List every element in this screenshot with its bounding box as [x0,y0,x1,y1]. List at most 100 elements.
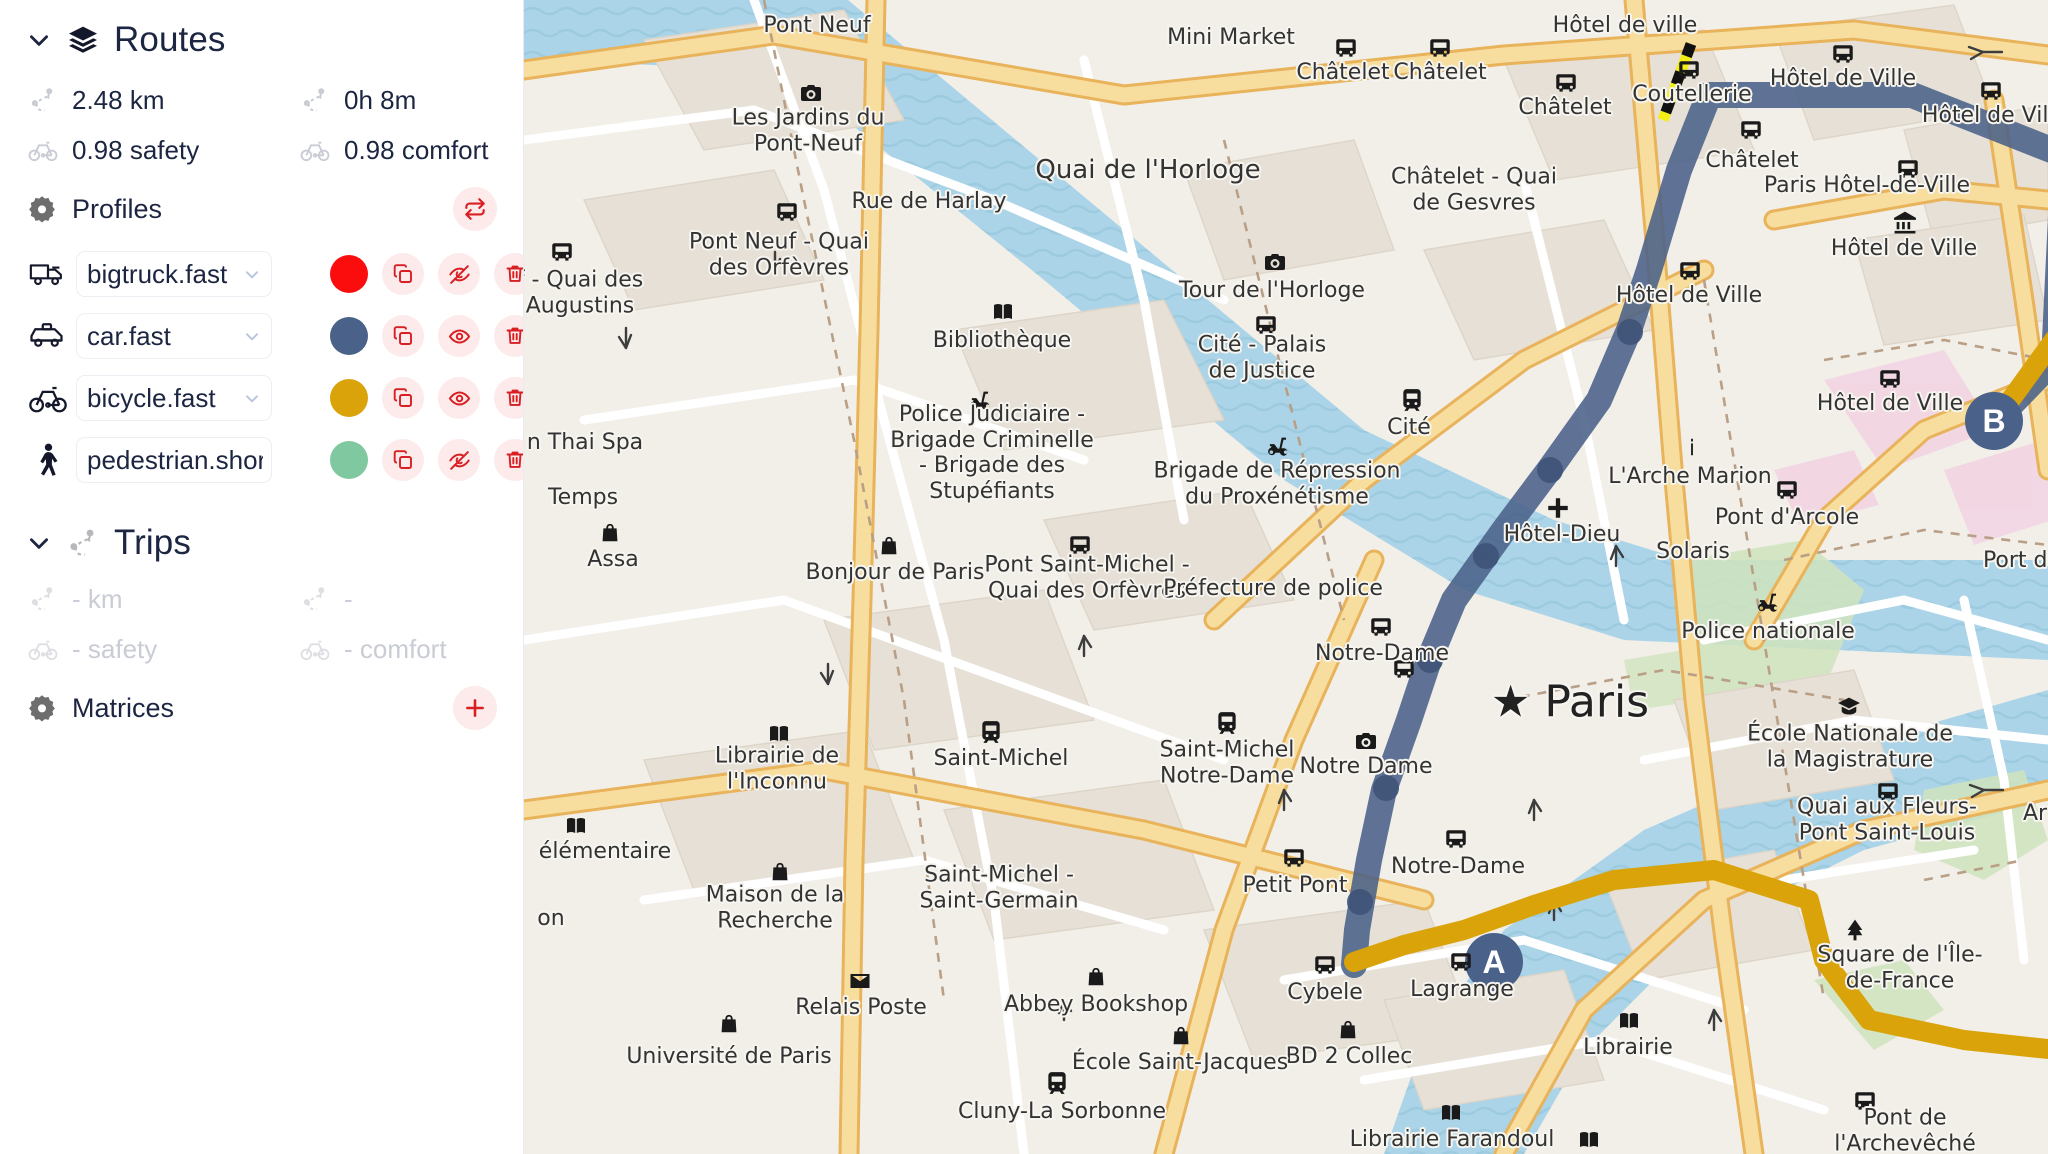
trip-stat-comfort: - comfort [298,632,497,666]
copy-profile-button[interactable] [382,315,424,357]
stat-duration: 0h 8m [298,83,497,117]
route-marker-b[interactable]: B [1965,392,2023,450]
route-marker-a[interactable]: A [1465,933,1523,991]
profile-name: pedestrian.short [87,444,263,475]
profile-select-bicycle[interactable]: bicycle.fast [76,375,272,421]
marker-label: B [1982,402,2006,439]
gear-icon[interactable] [26,692,58,724]
trip-stat-safety: - safety [26,632,298,666]
chevron-down-icon[interactable] [26,530,52,556]
profile-select-bigtruck[interactable]: bigtruck.fast [76,251,272,297]
marker-label: A [1482,943,1506,980]
layers-icon [66,23,100,57]
delete-profile-button[interactable] [494,377,523,419]
stat-safety: 0.98 safety [26,133,298,167]
profile-select-pedestrian[interactable]: pedestrian.short [76,437,272,483]
profile-color-swatch[interactable] [330,441,368,479]
profile-actions [330,377,523,419]
copy-icon [393,450,412,469]
trips-stats: - km - - safety - comfort [0,582,523,666]
toggle-visibility-button[interactable] [438,377,480,419]
chevron-down-icon[interactable] [241,264,263,284]
trash-icon [506,451,523,468]
chevron-down-icon[interactable] [241,326,263,346]
trip-stat-distance-value: - km [72,583,123,614]
map-canvas[interactable]: A B Pont Neuf Mini Market Hôtel de ville Ch… [524,0,2048,1154]
profile-actions [330,439,523,481]
copy-profile-button[interactable] [382,253,424,295]
stat-comfort-value: 0.98 comfort [344,134,489,165]
eye-icon [448,390,470,406]
trip-stat-safety-value: - safety [72,633,158,664]
copy-profile-button[interactable] [382,377,424,419]
add-matrix-button[interactable] [453,686,497,730]
delete-profile-button[interactable] [494,439,523,481]
route-icon [298,83,332,117]
trip-stat-distance: - km [26,582,298,616]
stat-distance: 2.48 km [26,83,298,117]
bicycle-icon [26,133,60,167]
profile-name: bigtruck.fast [87,258,228,289]
pedestrian-icon [26,438,70,482]
bicycle-icon [26,376,70,420]
routes-stats: 2.48 km 0h 8m 0.98 safety 0.98 comfort [0,83,523,167]
routes-title: Routes [114,20,226,59]
route-icon [26,83,60,117]
profile-color-swatch[interactable] [330,317,368,355]
trash-icon [506,389,523,406]
chevron-down-icon[interactable] [26,27,52,53]
profile-color-swatch[interactable] [330,379,368,417]
app-root: Routes 2.48 km 0h 8m 0.98 safety 0.98 co… [0,0,2048,1154]
plus-icon [466,699,484,717]
copy-icon [393,264,412,283]
profile-name: bicycle.fast [87,382,216,413]
profiles-list: bigtruck.fast car.fast bicycle.fast pede… [0,243,523,491]
eye-icon [448,328,470,344]
matrices-label: Matrices [72,692,175,723]
swap-icon [465,198,485,220]
stat-comfort: 0.98 comfort [298,133,497,167]
trip-stat-duration: - [298,582,497,616]
eye-off-icon [448,264,470,284]
stat-distance-value: 2.48 km [72,84,165,115]
bicycle-icon [26,632,60,666]
matrices-header: Matrices [0,686,523,730]
copy-profile-button[interactable] [382,439,424,481]
trip-stat-comfort-value: - comfort [344,633,447,664]
trips-title: Trips [114,523,191,562]
copy-icon [393,326,412,345]
profile-name: car.fast [87,320,171,351]
trips-section-header[interactable]: Trips [0,525,523,560]
bicycle-icon [298,133,332,167]
route-icon [66,526,100,560]
toggle-visibility-button[interactable] [438,253,480,295]
profiles-label: Profiles [72,193,163,224]
routes-section-header[interactable]: Routes [0,22,523,57]
profile-actions [330,253,523,295]
eye-off-icon [448,450,470,470]
swap-profiles-button[interactable] [453,187,497,231]
profiles-header: Profiles [0,187,523,231]
delete-profile-button[interactable] [494,253,523,295]
truck-icon [26,252,70,296]
chevron-down-icon[interactable] [241,388,263,408]
stat-duration-value: 0h 8m [344,84,417,115]
gear-icon[interactable] [26,193,58,225]
car-icon [26,314,70,358]
trash-icon [506,265,523,282]
profile-select-car[interactable]: car.fast [76,313,272,359]
route-icon [298,582,332,616]
route-icon [26,582,60,616]
toggle-visibility-button[interactable] [438,315,480,357]
profile-color-swatch[interactable] [330,255,368,293]
toggle-visibility-button[interactable] [438,439,480,481]
profile-actions [330,315,523,357]
profile-row-bigtruck: bigtruck.fast [26,243,523,305]
profile-row-bicycle: bicycle.fast [26,367,523,429]
sidebar: Routes 2.48 km 0h 8m 0.98 safety 0.98 co… [0,0,524,1154]
stat-safety-value: 0.98 safety [72,134,200,165]
delete-profile-button[interactable] [494,315,523,357]
bicycle-icon [298,632,332,666]
copy-icon [393,388,412,407]
map-base-layer [524,0,2048,1154]
